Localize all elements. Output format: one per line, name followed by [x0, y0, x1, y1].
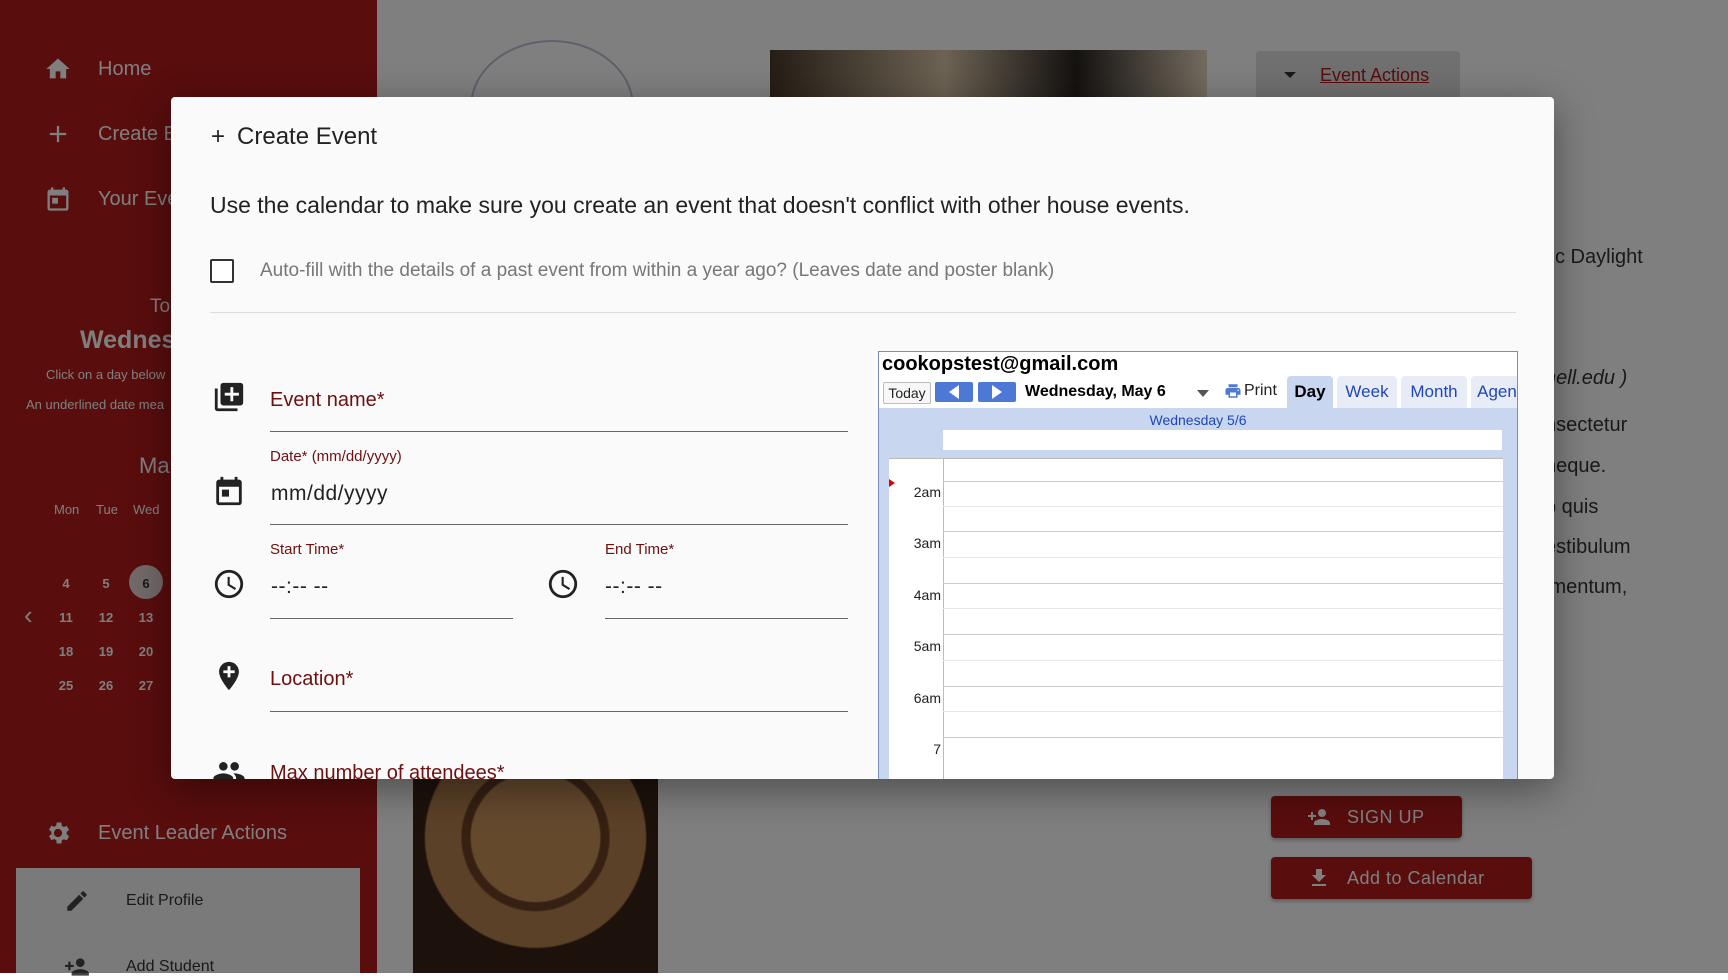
calendar-email: cookopstest@gmail.com	[882, 353, 1119, 375]
hour-label: 3am	[913, 535, 941, 551]
calendar-icon	[216, 476, 242, 506]
start-time-label: Start Time*	[270, 541, 345, 558]
autofill-label: Auto-fill with the details of a past eve…	[260, 260, 1055, 281]
start-time-underline	[270, 618, 513, 619]
add-location-icon	[219, 661, 239, 691]
arrow-left-icon	[949, 385, 959, 399]
calendar-prev-button[interactable]	[935, 382, 973, 402]
hour-line	[943, 583, 1503, 584]
hour-label: 7	[933, 741, 941, 757]
hour-label: 5am	[913, 638, 941, 654]
date-input[interactable]: mm/dd/yyyy	[271, 482, 388, 506]
start-time-input[interactable]: --:-- --	[271, 575, 329, 599]
hour-label: 2am	[913, 484, 941, 500]
calendar-tab-day[interactable]: Day	[1287, 376, 1333, 408]
dialog-description: Use the calendar to make sure you create…	[210, 192, 1190, 218]
half-hour-line	[943, 506, 1503, 507]
date-input-underline	[270, 524, 848, 525]
add-box-icon	[214, 382, 244, 412]
printer-icon	[1225, 384, 1241, 398]
location-input[interactable]	[270, 711, 848, 712]
dialog-title: + Create Event	[211, 123, 377, 151]
hour-label: 6am	[913, 690, 941, 706]
calendar-today-button[interactable]: Today	[883, 382, 931, 404]
divider	[210, 312, 1516, 313]
calendar-all-day-row[interactable]	[943, 430, 1502, 450]
dialog-title-text: Create Event	[237, 123, 378, 150]
calendar-print-button[interactable]: Print	[1224, 382, 1277, 400]
end-time-underline	[605, 618, 848, 619]
location-label: Location*	[270, 668, 354, 690]
end-time-label: End Time*	[605, 541, 675, 558]
hour-line	[943, 634, 1503, 635]
event-name-input[interactable]	[270, 431, 848, 432]
dropdown-arrow-icon[interactable]	[1197, 390, 1209, 397]
people-icon	[213, 762, 245, 779]
calendar-tab-week[interactable]: Week	[1337, 376, 1397, 408]
calendar-next-button[interactable]	[978, 382, 1016, 402]
embedded-calendar: cookopstest@gmail.com Today Wednesday, M…	[878, 351, 1518, 779]
half-hour-line	[943, 711, 1503, 712]
autofill-option[interactable]: Auto-fill with the details of a past eve…	[210, 259, 1054, 283]
calendar-day-view: Wednesday 5/6 2am 3am 4am 5am 6am 7	[879, 408, 1517, 779]
max-attendees-label: Max number of attendees*	[270, 762, 505, 779]
plus-icon: +	[211, 123, 226, 150]
hour-line	[943, 481, 1503, 482]
hour-line	[943, 737, 1503, 738]
calendar-time-grid[interactable]: 2am 3am 4am 5am 6am 7	[889, 458, 1503, 779]
autofill-checkbox[interactable]	[210, 259, 234, 283]
clock-icon	[548, 569, 578, 599]
date-label: Date* (mm/dd/yyyy)	[270, 448, 402, 465]
half-hour-line	[943, 608, 1503, 609]
hour-line	[943, 686, 1503, 687]
calendar-tab-month[interactable]: Month	[1401, 376, 1467, 408]
hour-label: 4am	[913, 587, 941, 603]
calendar-date-range: Wednesday, May 6	[1025, 383, 1166, 400]
calendar-tab-agenda[interactable]: Agen	[1471, 376, 1517, 408]
calendar-column-header: Wednesday 5/6	[1149, 412, 1247, 428]
calendar-gutter	[943, 459, 944, 779]
calendar-print-label: Print	[1244, 382, 1277, 399]
half-hour-line	[943, 557, 1503, 558]
hour-line	[943, 531, 1503, 532]
end-time-input[interactable]: --:-- --	[605, 575, 663, 599]
arrow-right-icon	[992, 385, 1002, 399]
create-event-dialog: + Create Event Use the calendar to make …	[171, 97, 1554, 779]
clock-icon	[214, 569, 244, 599]
half-hour-line	[943, 660, 1503, 661]
event-name-label: Event name*	[270, 389, 385, 411]
